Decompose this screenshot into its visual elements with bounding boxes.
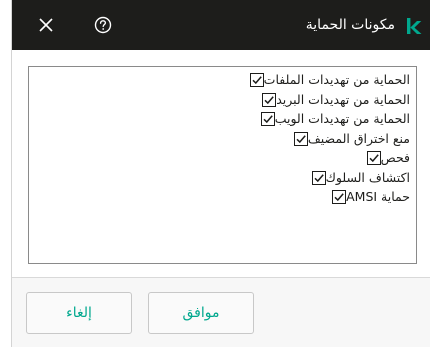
component-label: الحماية من تهديدات البريد [276, 91, 410, 107]
checkmark-icon [334, 193, 344, 202]
component-item[interactable]: الحماية من تهديدات الويب [257, 109, 410, 129]
checkbox[interactable] [262, 92, 277, 107]
component-label: اكتشاف السلوك [325, 169, 410, 185]
checkbox[interactable] [249, 73, 264, 87]
help-icon[interactable] [93, 15, 113, 35]
cancel-button[interactable]: إلغاء [26, 292, 132, 334]
dialog-footer: موافق إلغاء [12, 277, 430, 347]
component-label: منع اختراق المضيف [307, 130, 410, 146]
dialog-title: مكونات الحماية [305, 17, 395, 33]
checkbox[interactable] [260, 112, 275, 126]
component-item[interactable]: الحماية من تهديدات الملفات [246, 70, 410, 90]
checkbox[interactable] [366, 151, 381, 165]
component-item[interactable]: حماية AMSI [328, 187, 410, 207]
checkmark-icon [314, 173, 324, 182]
checkmark-icon [263, 115, 273, 124]
checkmark-icon [296, 134, 306, 143]
component-label: الحماية من تهديدات الويب [274, 111, 410, 126]
component-item[interactable]: الحماية من تهديدات البريد [258, 90, 410, 110]
components-list: الحماية من تهديدات الملفات الحماية من تهد… [28, 66, 417, 264]
close-icon[interactable] [35, 14, 57, 36]
component-item[interactable]: منع اختراق المضيف [290, 129, 410, 149]
component-item[interactable]: اكتشاف السلوك [308, 168, 410, 188]
checkbox[interactable] [311, 170, 326, 185]
component-label: الحماية من تهديدات الملفات [263, 72, 410, 87]
title-bar: مكونات الحماية [12, 0, 430, 50]
checkbox[interactable] [293, 131, 308, 146]
checkmark-icon [252, 76, 262, 85]
component-item[interactable]: فحص [363, 148, 410, 168]
checkbox[interactable] [332, 190, 347, 204]
component-label: فحص [380, 150, 410, 165]
checkmark-icon [264, 95, 274, 104]
protection-components-dialog: مكونات الحماية الحماية من تهديدات الملفا… [11, 0, 430, 347]
checkmark-icon [369, 154, 379, 163]
component-label: حماية AMSI [346, 189, 410, 204]
ok-button[interactable]: موافق [148, 292, 254, 334]
kaspersky-logo-icon [405, 17, 423, 35]
